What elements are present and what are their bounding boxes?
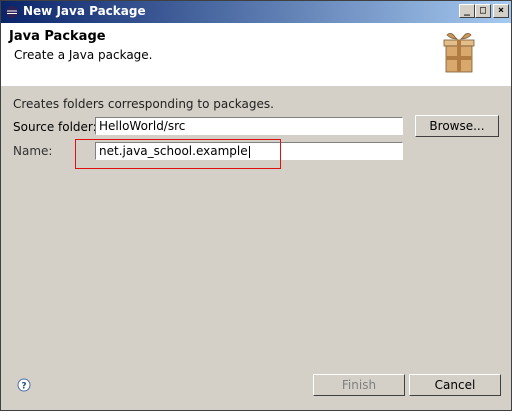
highlight-box (75, 139, 281, 169)
title-bar[interactable]: New Java Package _ □ × (1, 1, 511, 23)
maximize-button[interactable]: □ (475, 4, 491, 18)
close-button[interactable]: × (493, 4, 509, 18)
finish-button[interactable]: Finish (313, 374, 405, 396)
cancel-button[interactable]: Cancel (409, 374, 501, 396)
minimize-button[interactable]: _ (459, 4, 475, 18)
source-folder-field[interactable]: HelloWorld/src (95, 117, 403, 135)
name-label: Name: (13, 144, 53, 158)
header-separator (1, 85, 511, 86)
help-icon[interactable]: ? (17, 378, 31, 392)
source-folder-label: Source folder: (13, 120, 97, 134)
browse-button[interactable]: Browse... (415, 115, 499, 137)
new-java-package-dialog: New Java Package _ □ × Java Package Crea… (0, 0, 512, 411)
info-text: Creates folders corresponding to package… (13, 97, 274, 111)
wizard-header: Java Package Create a Java package. (1, 23, 511, 86)
eclipse-icon (6, 6, 18, 18)
wizard-description: Create a Java package. (14, 48, 153, 62)
package-box-icon (443, 33, 475, 73)
svg-text:?: ? (21, 382, 26, 392)
window-title: New Java Package (23, 4, 146, 18)
wizard-title: Java Package (9, 29, 106, 44)
